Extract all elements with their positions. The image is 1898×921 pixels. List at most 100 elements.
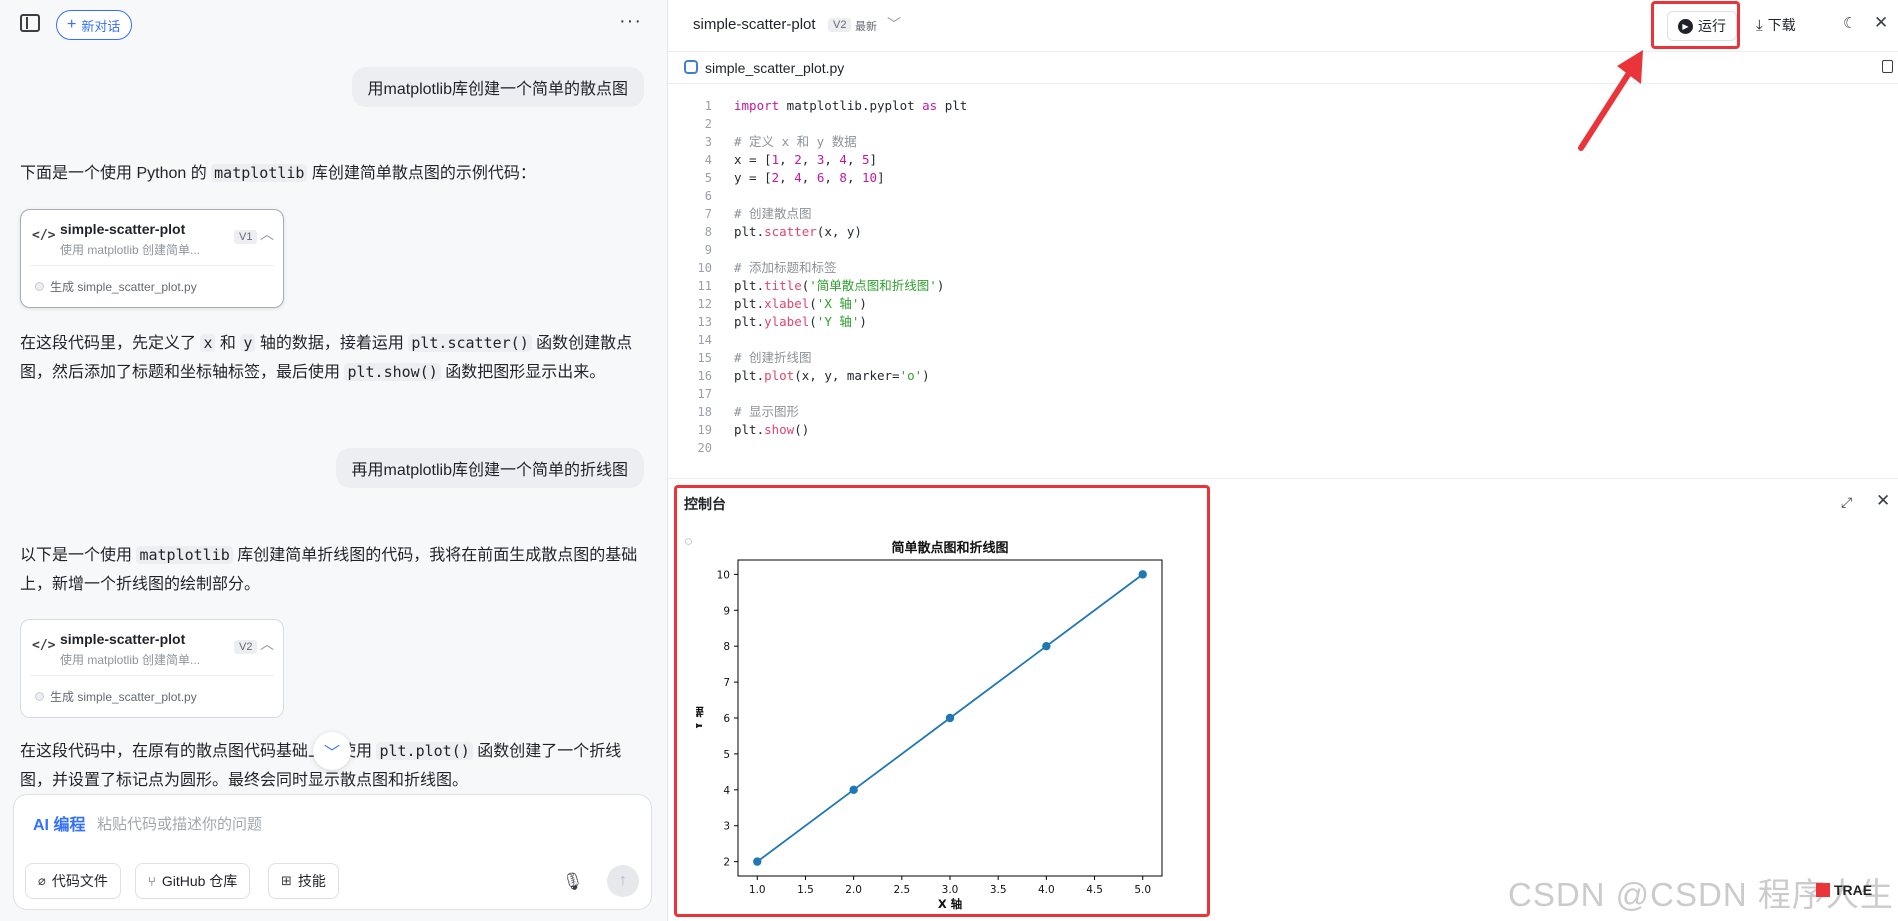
code-line[interactable]: 12 plt.xlabel('X 轴') [668,295,1898,313]
skills-button[interactable]: ⊞ 技能 [268,863,339,899]
close-console-icon[interactable]: ✕ [1876,491,1890,511]
user-message: 再用matplotlib库创建一个简单的折线图 [335,448,644,488]
code-line[interactable]: 19 plt.show() [668,421,1898,439]
close-icon[interactable]: ✕ [1874,13,1888,33]
line-number: 4 [704,153,712,167]
scroll-down-button[interactable]: ﹀ [313,732,351,770]
line-number: 6 [704,189,712,203]
line-number: 14 [697,333,712,347]
sidebar-toggle-icon[interactable] [20,14,40,32]
copy-icon[interactable] [1882,60,1893,73]
code-line[interactable]: 5 y = [2, 4, 6, 8, 10] [668,169,1898,187]
code-text: # 添加标题和标签 [734,260,837,275]
code-text: plt.show() [734,422,810,437]
version-badge: V2 [828,18,852,32]
line-number: 11 [697,279,712,293]
artifact-card-header: </> simple-scatter-plot 使用 matplotlib 创建… [30,210,274,266]
artifact-file-label: 生成 simple_scatter_plot.py [50,279,197,294]
code-text: # 创建折线图 [734,350,812,365]
code-line[interactable]: 9 [668,241,1898,259]
line-number: 5 [704,171,712,185]
code-text: import matplotlib.pyplot as plt [734,98,968,113]
code-line[interactable]: 3 # 定义 x 和 y 数据 [668,133,1898,151]
artifact-subtitle: 使用 matplotlib 创建简单... [60,243,201,257]
artifact-version: V1 [234,230,258,244]
latest-label: 最新 [855,21,877,33]
code-line[interactable]: 4 x = [1, 2, 3, 4, 5] [668,151,1898,169]
artifact-footer: 生成 simple_scatter_plot.py [21,676,283,716]
line-number: 16 [697,369,712,383]
code-line[interactable]: 8 plt.scatter(x, y) [668,223,1898,241]
code-line[interactable]: 7 # 创建散点图 [668,205,1898,223]
code-line[interactable]: 20 [668,439,1898,457]
code-line[interactable]: 11 plt.title('简单散点图和折线图') [668,277,1898,295]
inline-code: plt.show() [344,363,441,381]
artifact-file-label: 生成 simple_scatter_plot.py [50,689,197,704]
send-button[interactable]: ↑ [607,865,639,897]
code-text: y = [2, 4, 6, 8, 10] [734,170,885,185]
download-icon: ⤓ [1756,16,1763,34]
code-line[interactable]: 17 [668,385,1898,403]
download-button[interactable]: ⤓ 下载 [1756,15,1796,35]
editor-topbar: simple-scatter-plot V2 最新 ﹀ ▶ 运行 ⤓ 下载 ☾ … [668,0,1898,52]
artifact-card-v1[interactable]: </> simple-scatter-plot 使用 matplotlib 创建… [20,209,284,308]
code-text: # 创建散点图 [734,206,812,221]
microphone-icon[interactable]: 🎙 [562,872,584,892]
assistant-message: 下面是一个使用 Python 的 matplotlib 库创建简单散点图的示例代… [20,159,640,188]
chevron-down-icon[interactable]: ﹀ [887,14,901,34]
code-line[interactable]: 13 plt.ylabel('Y 轴') [668,313,1898,331]
line-number: 3 [704,135,712,149]
code-text: # 定义 x 和 y 数据 [734,134,857,149]
user-message: 用matplotlib库创建一个简单的散点图 [351,67,644,107]
code-line[interactable]: 14 [668,331,1898,349]
expand-icon[interactable]: ⤢ [1841,494,1852,511]
plus-icon: + [67,16,77,33]
user-message-text: 用matplotlib库创建一个简单的散点图 [367,81,628,98]
chip-label: 代码文件 [51,873,108,889]
console-divider[interactable] [668,478,1898,479]
code-line[interactable]: 18 # 显示图形 [668,403,1898,421]
message-text: 以下是一个使用 [20,547,137,564]
chip-label: GitHub 仓库 [161,873,238,889]
code-text: plt.scatter(x, y) [734,224,862,239]
chevron-up-icon[interactable]: ︿ [260,224,274,244]
artifact-version: V2 [234,640,258,654]
code-line[interactable]: 16 plt.plot(x, y, marker='o') [668,367,1898,385]
arrow-up-icon: ↑ [619,872,627,889]
chevron-up-icon[interactable]: ︿ [260,634,274,654]
annotation-arrow-icon [1578,50,1643,151]
code-line[interactable]: 15 # 创建折线图 [668,349,1898,367]
inline-code: matplotlib [136,546,233,564]
ai-mode-label[interactable]: AI 编程 [33,811,85,835]
chat-topbar: + 新对话 ··· [0,0,667,50]
artifact-card-v2[interactable]: </> simple-scatter-plot 使用 matplotlib 创建… [20,619,284,718]
code-line[interactable]: 1 import matplotlib.pyplot as plt [668,97,1898,115]
code-icon: </> [32,228,56,243]
file-name[interactable]: simple_scatter_plot.py [705,60,844,76]
code-text: plt.title('简单散点图和折线图') [734,278,945,293]
editor-panel: simple-scatter-plot V2 最新 ﹀ ▶ 运行 ⤓ 下载 ☾ … [667,0,1898,921]
inline-code: plt.scatter() [408,334,532,352]
code-line[interactable]: 2 [668,115,1898,133]
chat-input-box[interactable]: AI 编程 粘贴代码或描述你的问题 ⌀ 代码文件 ⑂ GitHub 仓库 ⊞ 技… [13,794,652,910]
code-text: plt.xlabel('X 轴') [734,296,867,311]
console-highlight-box [674,485,1210,917]
code-text: x = [1, 2, 3, 4, 5] [734,152,878,167]
new-chat-button[interactable]: + 新对话 [56,10,133,40]
chat-input[interactable]: 粘贴代码或描述你的问题 [97,813,262,834]
moon-icon[interactable]: ☾ [1843,14,1856,32]
grid-icon: ⊞ [281,873,292,888]
message-text: 库创建简单散点图的示例代码： [307,165,536,182]
paperclip-icon: ⌀ [38,873,46,888]
message-text: 和 [215,335,241,352]
inline-code: y [240,334,256,352]
line-number: 2 [704,117,712,131]
code-line[interactable]: 10 # 添加标题和标签 [668,259,1898,277]
github-repo-button[interactable]: ⑂ GitHub 仓库 [135,863,251,899]
line-number: 8 [704,225,712,239]
attach-code-file-button[interactable]: ⌀ 代码文件 [25,863,121,899]
code-line[interactable]: 6 [668,187,1898,205]
more-options-icon[interactable]: ··· [619,11,642,31]
message-text: 在这段代码里，先定义了 [20,335,201,352]
badge-label: TRAE [1834,882,1873,898]
